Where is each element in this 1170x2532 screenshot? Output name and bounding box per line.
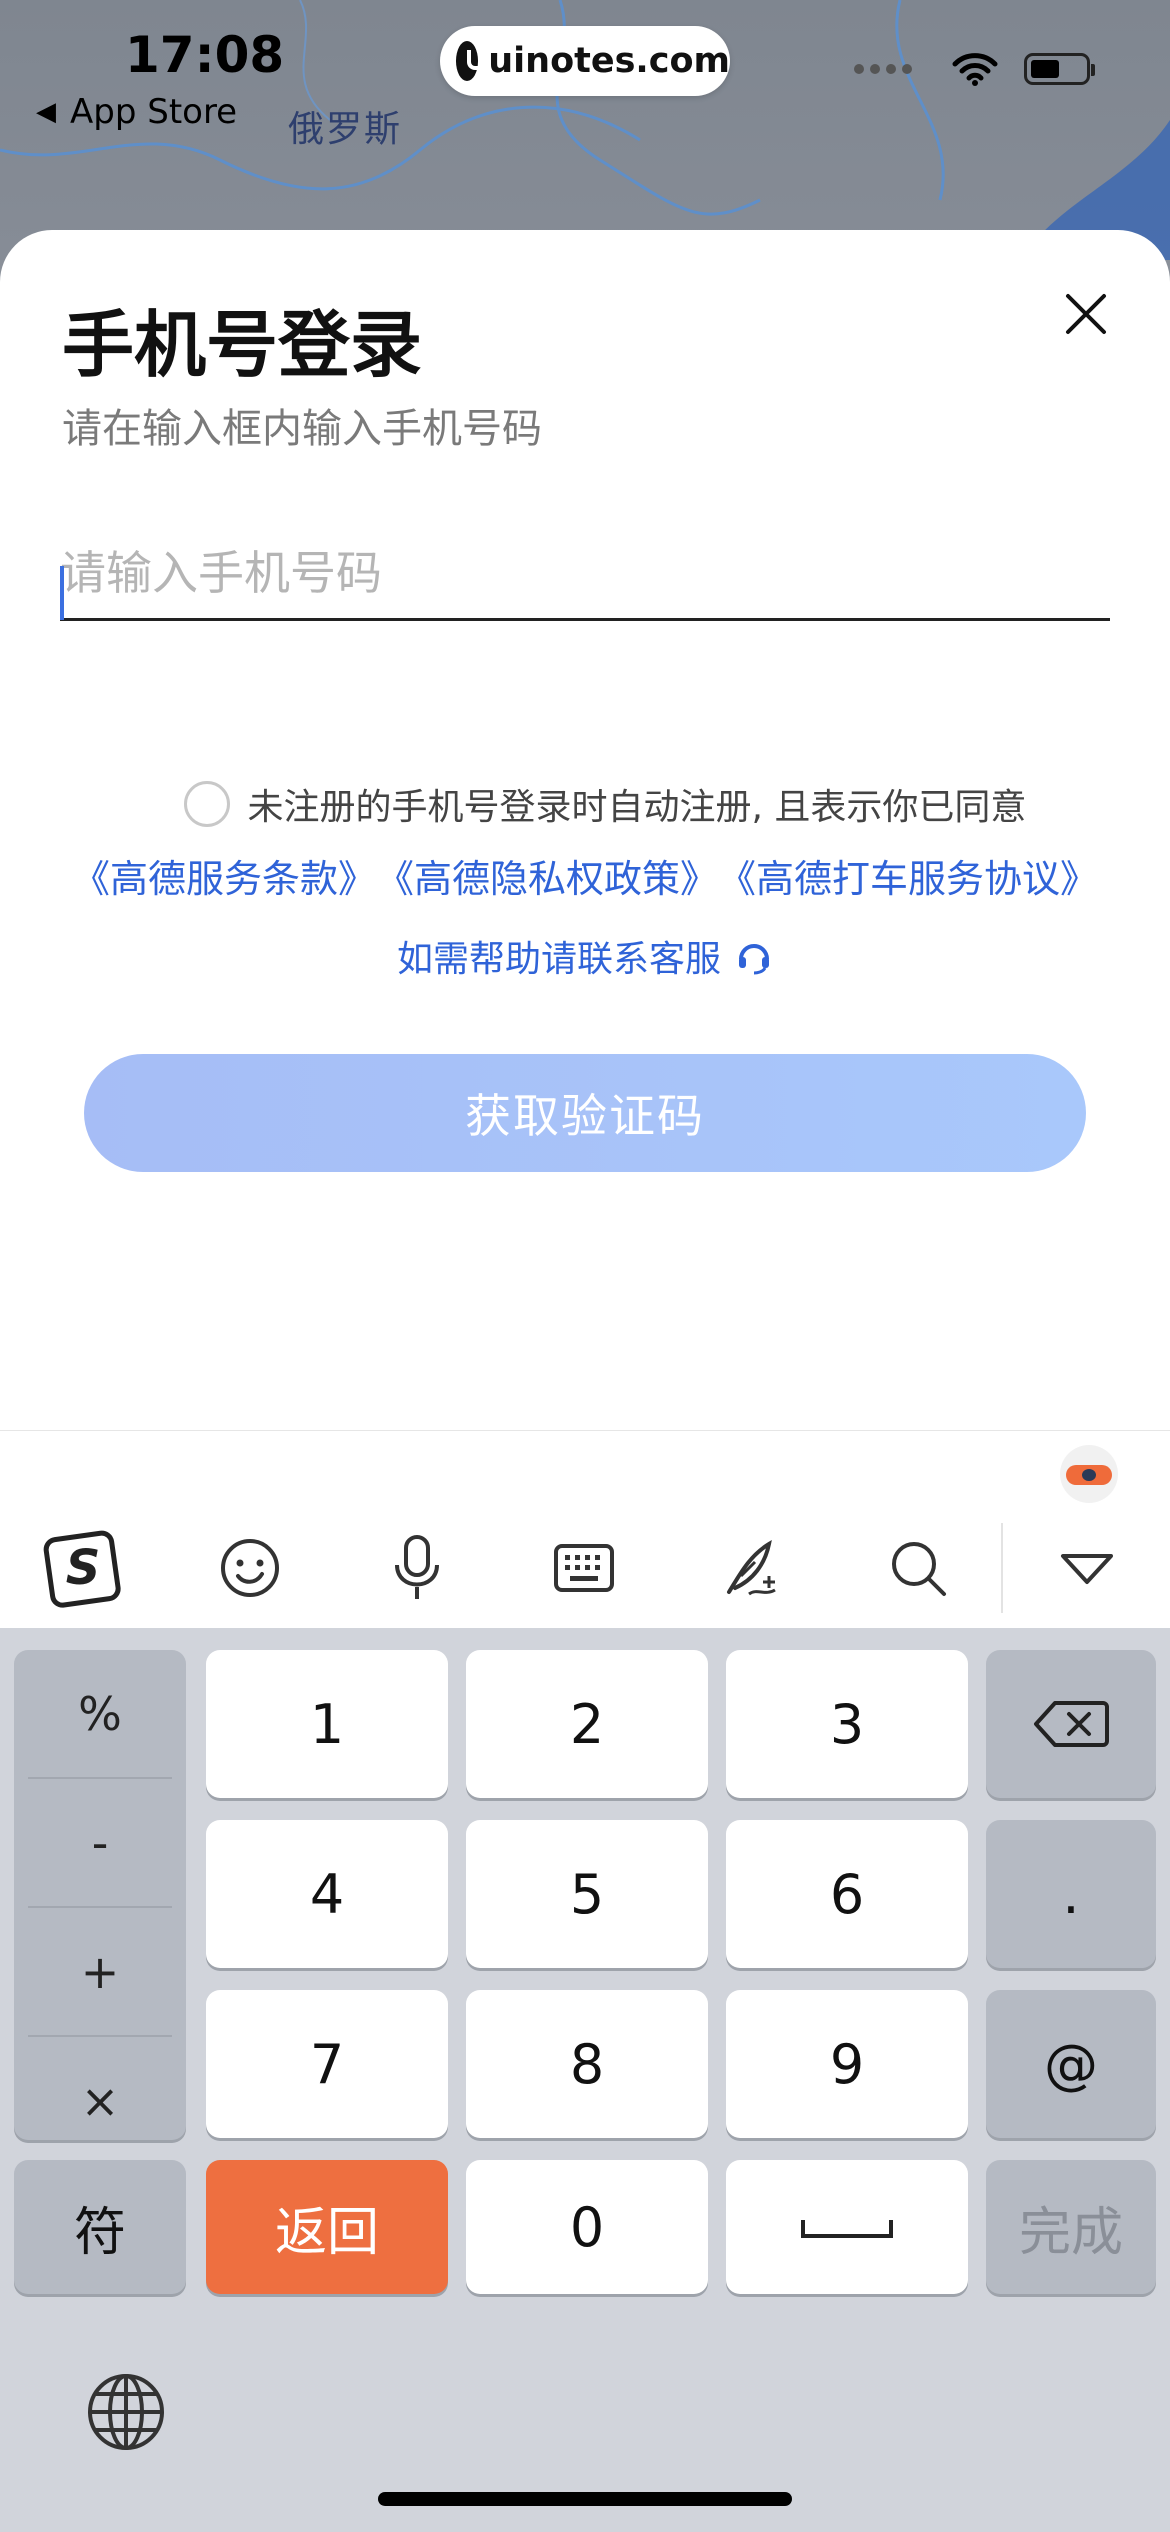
search-icon[interactable] [834, 1508, 1001, 1628]
keyboard-candidate-bar [0, 1430, 1170, 1510]
globe-icon[interactable] [86, 2372, 166, 2452]
delete-key[interactable] [986, 1650, 1156, 1798]
symbol-key-plus[interactable]: + [28, 1908, 172, 2037]
phone-input[interactable] [60, 528, 1110, 621]
help-contact[interactable]: 如需帮助请联系客服 [0, 930, 1170, 982]
collapse-keyboard-icon[interactable] [1003, 1508, 1170, 1628]
back-key[interactable]: 返回 [206, 2160, 448, 2294]
headset-icon [739, 944, 769, 975]
key-1[interactable]: 1 [206, 1650, 448, 1798]
back-label: App Store [70, 92, 238, 132]
wifi-icon [952, 53, 998, 86]
emoji-icon[interactable] [167, 1508, 334, 1628]
home-indicator [378, 2492, 792, 2506]
handwriting-icon[interactable] [667, 1508, 834, 1628]
key-8[interactable]: 8 [466, 1990, 708, 2138]
link-taxi-agreement[interactable]: 《高德打车服务协议》 [718, 848, 1098, 903]
done-key[interactable]: 完成 [986, 2160, 1156, 2294]
get-verification-code-button[interactable]: 获取验证码 [84, 1054, 1086, 1172]
key-3[interactable]: 3 [726, 1650, 968, 1798]
terms-links: 《高德服务条款》 《高德隐私权政策》 《高德打车服务协议》 [0, 848, 1170, 903]
agreement-text: 未注册的手机号登录时自动注册, 且表示你已同意 [247, 787, 1027, 828]
back-triangle-icon: ◀ [36, 97, 56, 127]
url-pill: uinotes.com [440, 26, 730, 96]
backspace-icon [1034, 1701, 1109, 1747]
signal-dots-icon [854, 64, 912, 74]
link-privacy-policy[interactable]: 《高德隐私权政策》 [376, 848, 718, 903]
mascot-icon[interactable] [1060, 1445, 1118, 1503]
space-key[interactable] [726, 2160, 968, 2294]
space-bar-icon [801, 2220, 893, 2238]
key-7[interactable]: 7 [206, 1990, 448, 2138]
key-9[interactable]: 9 [726, 1990, 968, 2138]
key-0[interactable]: 0 [466, 2160, 708, 2294]
status-indicators [854, 52, 1095, 86]
close-icon[interactable] [1058, 286, 1114, 342]
link-service-terms[interactable]: 《高德服务条款》 [72, 848, 376, 903]
key-4[interactable]: 4 [206, 1820, 448, 1968]
text-cursor [60, 566, 64, 620]
status-time: 17:08 [125, 26, 285, 84]
symbol-switch-key[interactable]: 符 [14, 2160, 186, 2294]
microphone-icon[interactable] [334, 1508, 501, 1628]
sogou-logo-icon[interactable]: S [0, 1508, 167, 1628]
url-text: uinotes.com [488, 41, 730, 81]
symbol-key-minus[interactable]: - [28, 1779, 172, 1908]
page-subtitle: 请在输入框内输入手机号码 [62, 406, 542, 452]
key-6[interactable]: 6 [726, 1820, 968, 1968]
numeric-keyboard: % - + × 1 2 3 4 5 6 . 7 8 9 @ 符 返回 0 完成 [0, 1628, 1170, 2532]
map-country-label: 俄罗斯 [288, 109, 403, 150]
symbol-key-percent[interactable]: % [28, 1650, 172, 1779]
key-5[interactable]: 5 [466, 1820, 708, 1968]
help-text: 如需帮助请联系客服 [396, 939, 721, 980]
keyboard-toolbar: S [0, 1508, 1170, 1628]
key-2[interactable]: 2 [466, 1650, 708, 1798]
uinotes-logo-icon [456, 41, 490, 81]
key-dot[interactable]: . [986, 1820, 1156, 1968]
login-sheet: 手机号登录 请在输入框内输入手机号码 未注册的手机号登录时自动注册, 且表示你已… [0, 230, 1170, 1430]
keyboard-icon[interactable] [501, 1508, 668, 1628]
key-at[interactable]: @ [986, 1990, 1156, 2138]
agree-checkbox[interactable] [183, 781, 230, 827]
page-title: 手机号登录 [62, 303, 423, 387]
svg-text:S: S [66, 1540, 101, 1596]
battery-icon [1024, 53, 1095, 85]
symbol-column: % - + × [14, 1650, 186, 2140]
symbol-key-times[interactable]: × [28, 2037, 172, 2164]
back-to-app-store[interactable]: ◀ App Store [36, 92, 237, 132]
agreement-row: 未注册的手机号登录时自动注册, 且表示你已同意 [0, 778, 1170, 830]
